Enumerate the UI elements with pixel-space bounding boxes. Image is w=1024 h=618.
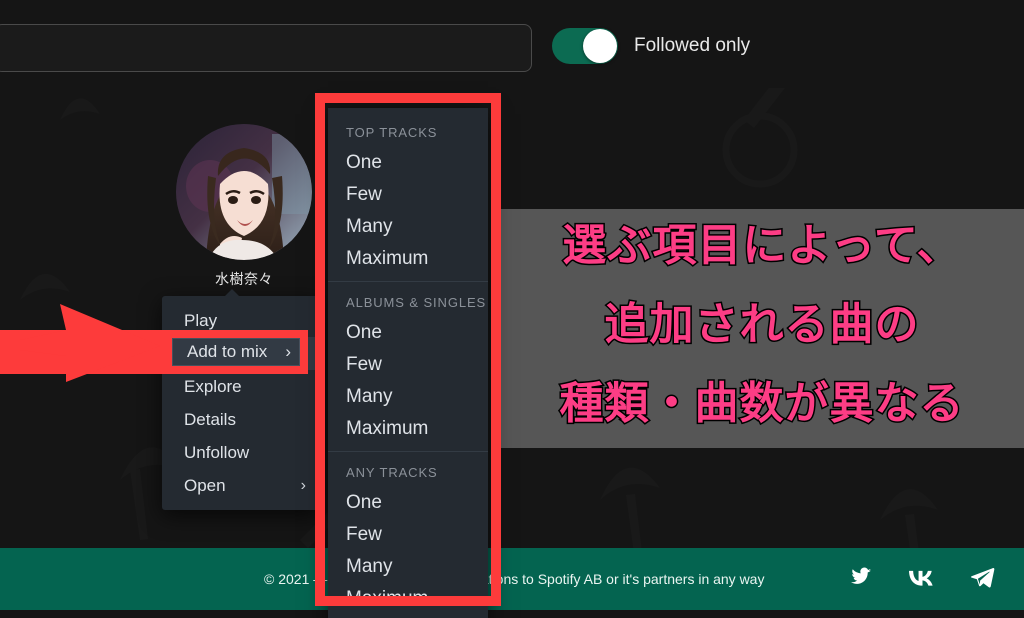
submenu-group-heading: ANY TRACKS <box>346 465 438 480</box>
vk-icon[interactable] <box>906 567 936 592</box>
artist-avatar-photo <box>176 124 312 260</box>
followed-only-label: Followed only <box>634 35 751 56</box>
submenu-item-top-tracks-many[interactable]: Many <box>328 211 488 243</box>
chevron-right-icon: › <box>285 342 291 361</box>
footer-social-links <box>848 565 996 594</box>
context-menu-item-details[interactable]: Details <box>162 403 320 436</box>
context-menu-item-explore[interactable]: Explore <box>162 370 320 403</box>
context-menu-item-open[interactable]: Open › <box>162 469 320 502</box>
submenu-item-any-tracks-few[interactable]: Few <box>328 519 488 551</box>
submenu-group-heading: ALBUMS & SINGLES <box>346 295 487 310</box>
context-menu-item-label: Unfollow <box>184 442 250 462</box>
add-to-mix-submenu[interactable]: TOP TRACKS One Few Many Maximum ALBUMS &… <box>328 108 488 618</box>
highlighted-item-label: Add to mix <box>187 342 268 361</box>
artist-name: 水樹奈々 <box>215 271 273 287</box>
annotation-band <box>494 209 1024 448</box>
submenu-group-top-tracks: TOP TRACKS One Few Many Maximum <box>328 112 488 281</box>
submenu-group-heading: TOP TRACKS <box>346 125 438 140</box>
twitter-icon[interactable] <box>848 566 874 593</box>
chevron-right-icon: › <box>300 476 306 494</box>
submenu-item-any-tracks-many[interactable]: Many <box>328 551 488 583</box>
submenu-item-albums-few[interactable]: Few <box>328 349 488 381</box>
submenu-item-albums-many[interactable]: Many <box>328 381 488 413</box>
context-menu[interactable]: Play Add to mix › Explore Details Unfoll… <box>162 289 320 510</box>
submenu-item-albums-maximum[interactable]: Maximum <box>328 413 488 445</box>
context-menu-item-unfollow[interactable]: Unfollow <box>162 436 320 469</box>
highlighted-add-to-mix-item[interactable]: Add to mix › <box>172 338 300 366</box>
context-menu-item-label: Open <box>184 475 226 495</box>
top-bar: Followed only <box>0 0 1024 88</box>
context-menu-item-label: Play <box>184 310 218 330</box>
followed-only-toggle-group[interactable]: Followed only <box>552 28 750 64</box>
app-window: Followed only 水樹奈々 Play › Explore Detail… <box>0 0 1024 618</box>
chevron-right-icon: › <box>300 344 306 362</box>
submenu-group-any-tracks: ANY TRACKS One Few Many Maximum <box>328 451 488 618</box>
submenu-item-top-tracks-few[interactable]: Few <box>328 179 488 211</box>
footer: © 2021 — this site doesn't have relation… <box>0 548 1024 610</box>
telegram-icon[interactable] <box>968 565 996 594</box>
context-menu-item-label: Explore <box>184 376 242 396</box>
context-menu-item-play[interactable]: Play <box>162 304 320 337</box>
followed-only-toggle[interactable] <box>552 28 618 64</box>
context-menu-caret <box>224 289 240 297</box>
search-input[interactable] <box>0 24 532 72</box>
toggle-knob <box>583 29 617 63</box>
right-arrow-icon <box>20 304 160 382</box>
avatar[interactable] <box>176 124 312 260</box>
submenu-group-albums-singles: ALBUMS & SINGLES One Few Many Maximum <box>328 281 488 451</box>
annotation-red-strip <box>0 330 170 374</box>
artist-card[interactable]: 水樹奈々 <box>176 124 312 289</box>
submenu-item-top-tracks-maximum[interactable]: Maximum <box>328 243 488 275</box>
submenu-item-any-tracks-one[interactable]: One <box>328 487 488 519</box>
submenu-item-top-tracks-one[interactable]: One <box>328 147 488 179</box>
submenu-item-albums-one[interactable]: One <box>328 317 488 349</box>
context-menu-item-label: Details <box>184 409 236 429</box>
submenu-item-any-tracks-maximum[interactable]: Maximum <box>328 583 488 615</box>
